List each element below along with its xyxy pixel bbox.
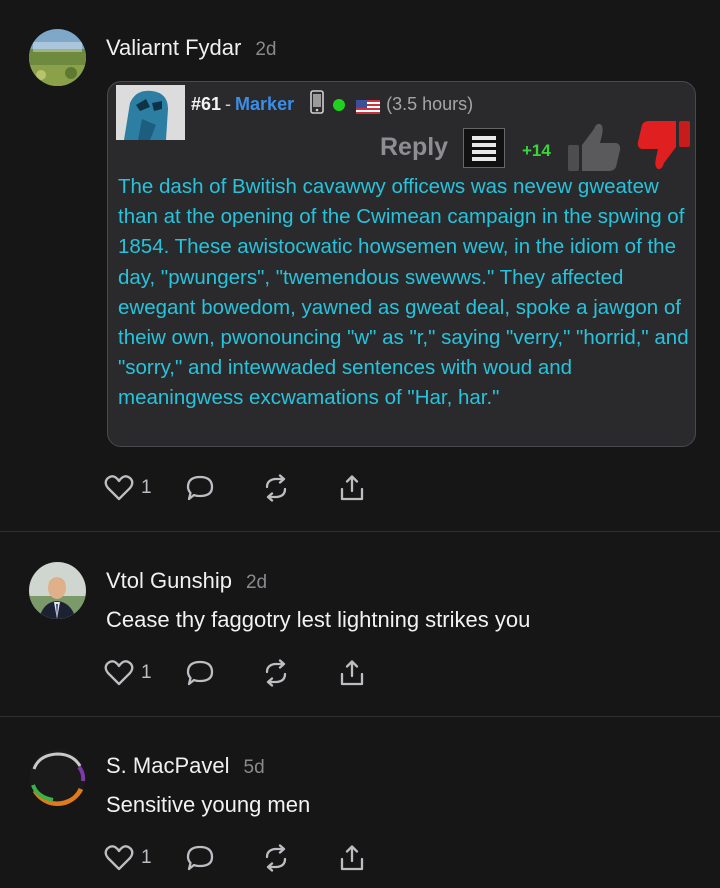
thumbs-down-icon[interactable]: [636, 119, 692, 178]
quoted-post-card: #61 - Marker (3.5 hours) Reply +14 The d…: [107, 81, 696, 447]
separator: -: [225, 94, 232, 114]
heart-icon: [104, 474, 134, 502]
share-button[interactable]: [338, 659, 366, 687]
comment-icon: [185, 844, 215, 872]
restack-icon: [262, 844, 290, 872]
reply-comment-button[interactable]: [185, 474, 215, 502]
reply-comment-button[interactable]: [185, 844, 215, 872]
restack-button[interactable]: [262, 474, 290, 502]
heart-icon: [104, 844, 134, 872]
like-button[interactable]: 1: [104, 659, 152, 687]
timestamp: 5d: [243, 757, 265, 778]
divider: [0, 716, 720, 717]
reply-comment-button[interactable]: [185, 659, 215, 687]
comment-text: Cease thy faggotry lest lightning strike…: [106, 607, 531, 632]
quoted-post-text: The dash of Bwitish cavawwy officews was…: [118, 175, 689, 410]
like-button[interactable]: 1: [104, 474, 152, 502]
quoted-post-header: #61 - Marker (3.5 hours): [191, 90, 473, 119]
restack-icon: [262, 474, 290, 502]
poster-name[interactable]: Marker: [235, 94, 294, 115]
heart-icon: [104, 659, 134, 687]
share-button[interactable]: [338, 474, 366, 502]
timestamp: 2d: [255, 39, 277, 60]
timestamp: 2d: [245, 572, 268, 593]
thumbs-up-icon[interactable]: [566, 121, 622, 178]
comment-actions: 1: [104, 471, 366, 505]
like-button[interactable]: 1: [104, 844, 152, 872]
avatar[interactable]: [29, 29, 86, 86]
comment-icon: [185, 659, 215, 687]
author-name[interactable]: S. MacPavel: [106, 753, 230, 779]
like-count: 1: [141, 662, 152, 683]
author-name[interactable]: Valiarnt Fydar: [106, 35, 241, 61]
share-icon: [338, 659, 366, 687]
post-number[interactable]: #61: [191, 94, 221, 115]
like-count: 1: [141, 847, 152, 868]
vote-score: +14: [522, 141, 551, 160]
online-status-dot: [333, 98, 346, 111]
restack-button[interactable]: [262, 659, 290, 687]
comment-text: Sensitive young men: [106, 792, 311, 817]
avatar[interactable]: [29, 562, 86, 619]
us-flag-icon: [356, 98, 381, 114]
comment-actions: 1: [104, 841, 366, 875]
reply-button[interactable]: Reply: [380, 133, 448, 162]
poster-avatar[interactable]: [116, 85, 185, 140]
menu-icon[interactable]: [463, 128, 505, 168]
share-icon: [338, 474, 366, 502]
comment-icon: [185, 474, 215, 502]
divider: [0, 531, 720, 532]
like-count: 1: [141, 477, 152, 498]
author-name[interactable]: Vtol Gunship: [106, 568, 232, 594]
share-button[interactable]: [338, 844, 366, 872]
restack-icon: [262, 659, 290, 687]
restack-button[interactable]: [262, 844, 290, 872]
comment-actions: 1: [104, 656, 366, 690]
avatar[interactable]: [29, 749, 86, 806]
share-icon: [338, 844, 366, 872]
phone-icon: [310, 90, 324, 119]
post-age: (3.5 hours): [386, 94, 474, 114]
